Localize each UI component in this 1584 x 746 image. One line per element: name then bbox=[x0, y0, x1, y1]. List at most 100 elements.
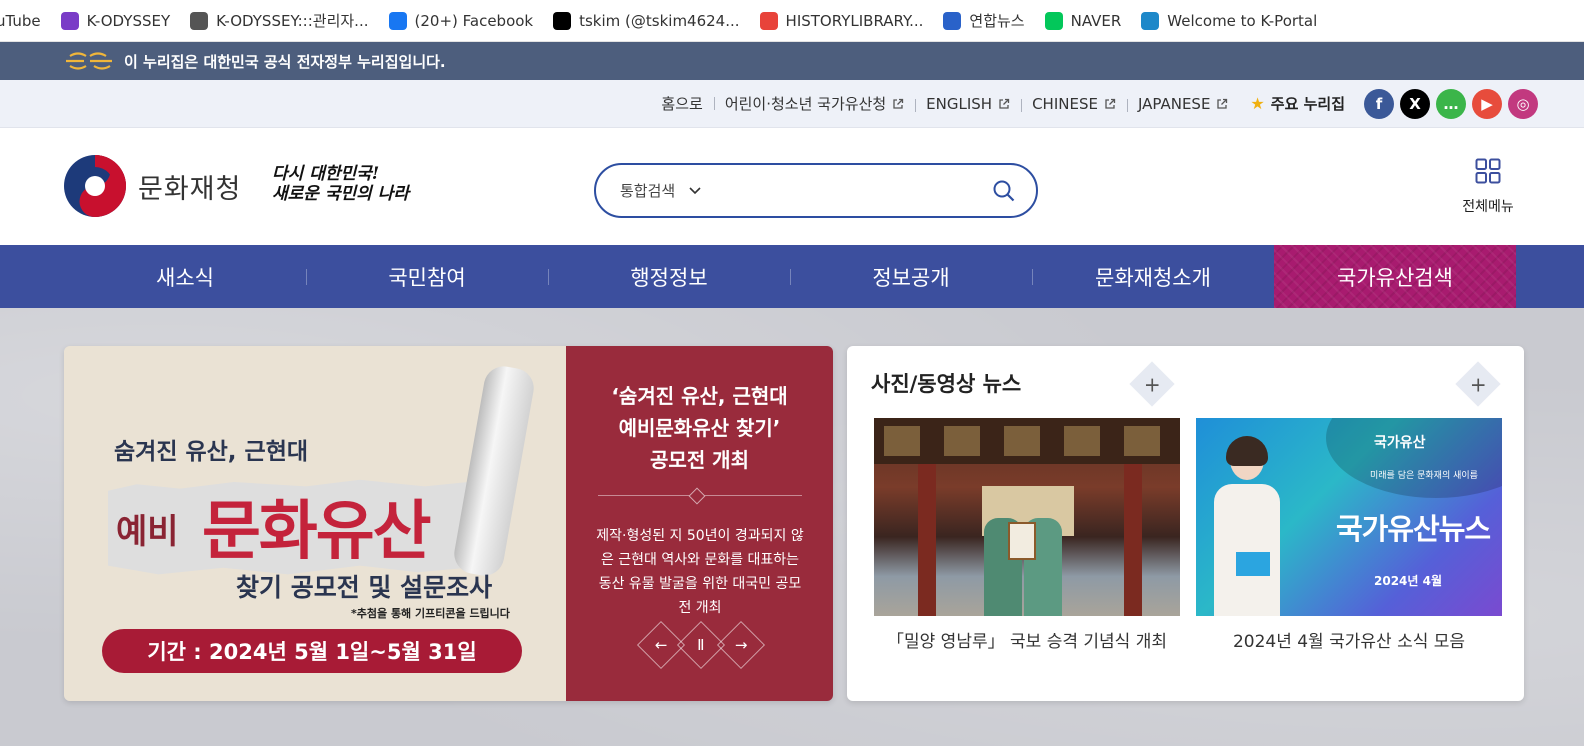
promo-img-yebi: 예비 bbox=[116, 512, 179, 552]
promo-img-line2: 찾기 공모전 및 설문조사 bbox=[236, 573, 493, 602]
news-card-video[interactable]: 국가유산 미래를 담은 문화재의 새이름 국가유산뉴스 2024년 4월 202… bbox=[1196, 418, 1502, 655]
promo-title[interactable]: ‘숨겨진 유산, 근현대 예비문화유산 찾기’ 공모전 개최 bbox=[566, 380, 833, 476]
paper-roll bbox=[451, 363, 537, 579]
gov-banner: 이 누리집은 대한민국 공식 전자정부 누리집입니다. bbox=[0, 42, 1584, 80]
main-nav: 새소식 국민참여 행정정보 정보공개 문화재청소개 국가유산검색 bbox=[0, 245, 1584, 308]
search-input[interactable] bbox=[721, 182, 992, 199]
bookmark-item[interactable]: Welcome to K-Portal bbox=[1131, 0, 1327, 42]
media-news-title: 사진/동영상 뉴스 bbox=[871, 372, 1022, 396]
util-link-label: 홈으로 bbox=[661, 95, 703, 113]
nav-item[interactable]: 새소식 bbox=[64, 245, 306, 308]
search-scope-select[interactable]: 통합검색 bbox=[620, 180, 701, 201]
util-link[interactable]: 어린이·청소년 국가유산청 bbox=[713, 93, 915, 114]
arrow-right-icon: → bbox=[734, 635, 748, 654]
util-link[interactable]: 홈으로 bbox=[650, 93, 713, 114]
promo-title-line-1: ‘숨겨진 유산, 근현대 bbox=[611, 384, 788, 408]
facebook-icon[interactable]: f bbox=[1364, 88, 1394, 119]
bookmark-label: K-ODYSSEY bbox=[86, 11, 171, 30]
bookmark-label: tskim (@tskim4624... bbox=[579, 11, 740, 30]
main-sites-button[interactable]: ★ 주요 누리집 bbox=[1239, 93, 1356, 114]
slider-next-button[interactable]: → bbox=[716, 620, 766, 670]
x-icon bbox=[553, 11, 572, 30]
util-link[interactable]: JAPANESE bbox=[1126, 94, 1239, 113]
external-link-icon bbox=[893, 98, 904, 109]
globe-icon bbox=[190, 11, 209, 30]
gov-banner-text: 이 누리집은 대한민국 공식 전자정부 누리집입니다. bbox=[124, 52, 446, 71]
news-card-photo[interactable]: 「밀양 영남루」 국보 승격 기념식 개최 bbox=[874, 418, 1180, 655]
slogan: 다시 대한민국! 새로운 국민의 나라 bbox=[272, 164, 409, 204]
divider-diamond-icon bbox=[688, 487, 706, 505]
bookmark-item[interactable]: K-ODYSSEY:::관리자... bbox=[180, 0, 378, 42]
instagram-icon[interactable]: ◎ bbox=[1508, 88, 1538, 119]
promo-image[interactable]: 숨겨진 유산, 근현대 예비 문화유산 찾기 공모전 및 설문조사 *추첨을 통… bbox=[64, 346, 566, 701]
bookmark-item[interactable]: K-ODYSSEY bbox=[51, 0, 180, 42]
main-content: 숨겨진 유산, 근현대 예비 문화유산 찾기 공모전 및 설문조사 *추첨을 통… bbox=[0, 308, 1584, 746]
thumb-label-1: 국가유산 bbox=[1374, 435, 1426, 451]
thumb-label-2: 미래를 담은 문화재의 새이름 bbox=[1370, 471, 1478, 481]
naver-icon bbox=[1044, 11, 1063, 30]
thumb-label-3: 국가유산뉴스 bbox=[1336, 512, 1491, 546]
bookmark-label: HISTORYLIBRARY... bbox=[785, 11, 924, 30]
slogan-line-1: 다시 대한민국! bbox=[272, 164, 380, 184]
external-link-icon bbox=[1217, 98, 1228, 109]
util-link[interactable]: CHINESE bbox=[1021, 95, 1127, 113]
util-link-label: JAPANESE bbox=[1137, 94, 1211, 113]
promo-img-big: 문화유산 bbox=[202, 495, 432, 569]
bookmark-label: K-ODYSSEY:::관리자... bbox=[216, 12, 369, 30]
news-caption: 「밀양 영남루」 국보 승격 기념식 개최 bbox=[887, 632, 1167, 652]
social-links: f X… ▶ ◎ bbox=[1364, 88, 1538, 119]
thumb-glow bbox=[1326, 418, 1502, 498]
media-news-more-button[interactable]: + bbox=[1129, 361, 1175, 407]
search-scope-label: 통합검색 bbox=[620, 182, 676, 200]
external-link-icon bbox=[999, 98, 1010, 109]
news-caption: 2024년 4월 국가유산 소식 모음 bbox=[1232, 632, 1466, 652]
bookmark-label: (20+) Facebook bbox=[414, 11, 534, 30]
bookmark-item[interactable]: tskim (@tskim4624... bbox=[543, 0, 749, 42]
news-thumb-pavilion bbox=[874, 418, 1180, 616]
util-link-label: CHINESE bbox=[1032, 94, 1098, 113]
bookmark-item[interactable]: NAVER bbox=[1035, 0, 1132, 42]
bookmark-label: 연합뉴스 bbox=[969, 12, 1025, 30]
bookmark-item[interactable]: 연합뉴스 bbox=[933, 0, 1034, 42]
star-icon: ★ bbox=[1250, 94, 1265, 113]
pavilion-signboard bbox=[874, 418, 1180, 464]
util-link[interactable]: ENGLISH bbox=[915, 95, 1021, 113]
main-sites-label: 주요 누리집 bbox=[1270, 95, 1345, 113]
bookmark-label: uTube bbox=[0, 11, 41, 30]
x-icon[interactable]: X bbox=[1400, 88, 1430, 119]
all-menu-button[interactable]: 전체메뉴 bbox=[1460, 158, 1516, 216]
promo-slider: 숨겨진 유산, 근현대 예비 문화유산 찾기 공모전 및 설문조사 *추첨을 통… bbox=[64, 346, 833, 701]
news-anchor-figure bbox=[1214, 436, 1280, 616]
search-icon[interactable] bbox=[992, 179, 1016, 203]
video-news-more-button[interactable]: + bbox=[1455, 361, 1501, 407]
nav-item[interactable]: 국가유산검색 bbox=[1274, 245, 1516, 308]
grid-menu-icon bbox=[1475, 158, 1501, 184]
util-link-label: 어린이·청소년 국가유산청 bbox=[724, 95, 887, 113]
kakao-story-icon[interactable]: … bbox=[1436, 88, 1466, 119]
pavilion-pillar bbox=[918, 464, 936, 616]
bookmark-item[interactable]: (20+) Facebook bbox=[379, 0, 544, 42]
nav-item[interactable]: 정보공개 bbox=[790, 245, 1032, 308]
util-link-label: ENGLISH bbox=[926, 94, 993, 113]
slider-controls: ← Ⅱ → bbox=[636, 620, 766, 670]
historylibrary-icon bbox=[759, 11, 778, 30]
promo-img-line1: 숨겨진 유산, 근현대 bbox=[114, 439, 309, 465]
nav-item[interactable]: 문화재청소개 bbox=[1032, 245, 1274, 308]
promo-text-panel: ‘숨겨진 유산, 근현대 예비문화유산 찾기’ 공모전 개최 제작·형성된 지 … bbox=[566, 346, 833, 701]
k-portal-icon bbox=[1141, 11, 1160, 30]
thumb-label-4: 2024년 4월 bbox=[1374, 574, 1443, 588]
logo-name: 문화재청 bbox=[138, 173, 242, 205]
bookmark-item[interactable]: HISTORYLIBRARY... bbox=[750, 0, 934, 42]
egov-logo-icon bbox=[66, 52, 112, 70]
site-logo[interactable]: 문화재청 bbox=[64, 155, 241, 217]
facebook-icon bbox=[388, 11, 407, 30]
nav-item[interactable]: 행정정보 bbox=[548, 245, 790, 308]
promo-title-line-2: 예비문화유산 찾기’ bbox=[618, 416, 781, 440]
bookmark-item[interactable]: uTube bbox=[0, 0, 51, 42]
nav-item[interactable]: 국민참여 bbox=[306, 245, 548, 308]
youtube-icon[interactable]: ▶ bbox=[1472, 88, 1502, 119]
promo-img-note: *추첨을 통해 기프티콘을 드립니다 bbox=[351, 607, 510, 620]
pavilion-pillar bbox=[1124, 464, 1142, 616]
yonhap-icon bbox=[943, 11, 962, 30]
certificate bbox=[1008, 522, 1036, 560]
